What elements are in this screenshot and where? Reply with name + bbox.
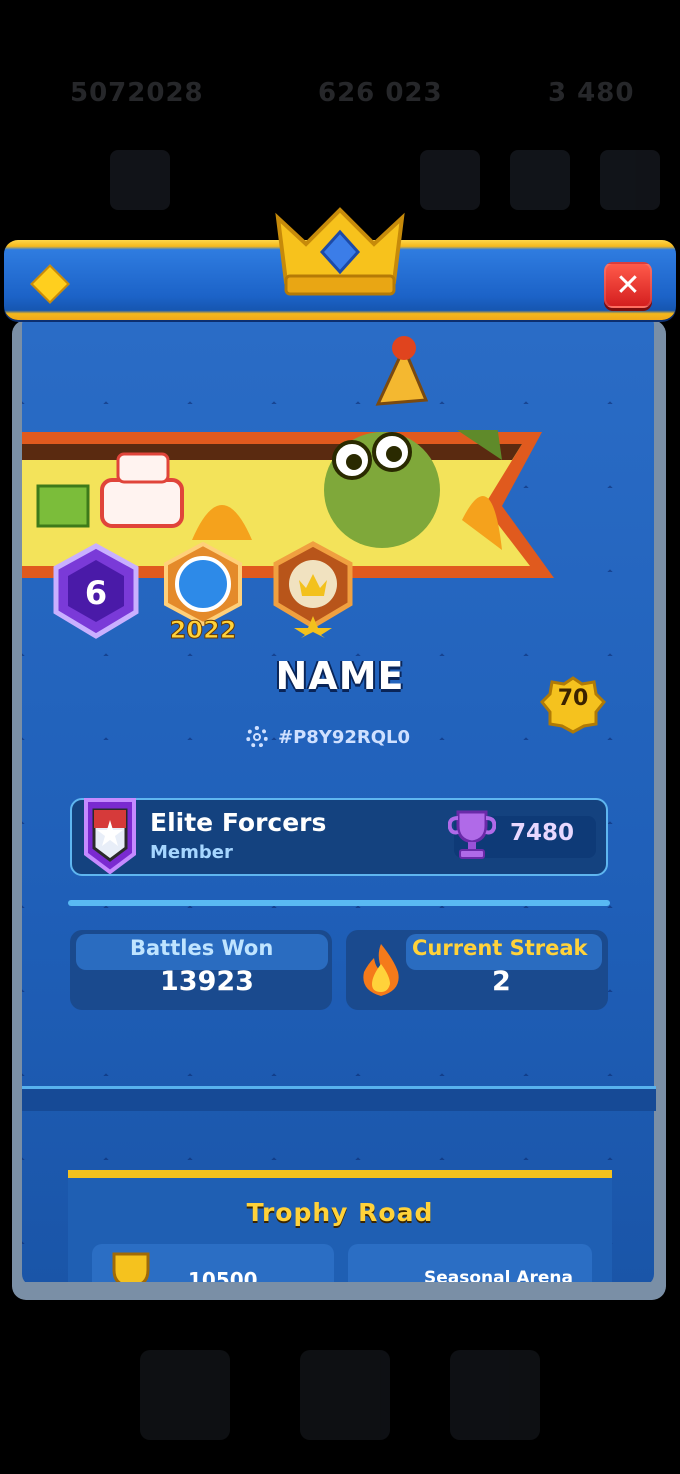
modal-bottom-mask <box>0 1300 680 1340</box>
player-tag[interactable]: #P8Y92RQL0 <box>246 724 410 750</box>
year-label: 2022 <box>170 616 237 642</box>
close-icon: ✕ <box>615 267 641 303</box>
divider <box>68 900 610 906</box>
crown-badge <box>273 541 353 638</box>
arena-badge: 6 <box>53 543 139 639</box>
gear-icon <box>246 726 268 748</box>
modal-bottom-frame <box>12 1282 666 1300</box>
current-streak-value: 2 <box>492 966 511 997</box>
year-badge: 2022 <box>164 542 242 642</box>
trophy-road-title: Trophy Road <box>246 1198 434 1227</box>
background-nav-bar <box>0 1340 680 1450</box>
section-separator <box>22 1086 656 1111</box>
crown-icon <box>275 207 405 296</box>
battles-won-value: 13923 <box>160 966 254 997</box>
clan-name: Elite Forcers <box>150 808 327 837</box>
current-streak-label: Current Streak <box>412 936 588 960</box>
clan-trophies: 7480 <box>510 820 575 846</box>
player-level: 70 <box>557 686 589 711</box>
resource-2: 626 023 <box>318 78 443 108</box>
battles-won-label: Battles Won <box>130 936 274 960</box>
clan-badge-icon <box>84 798 136 874</box>
clan-role: Member <box>150 842 233 863</box>
trophy-icon <box>448 810 496 859</box>
resource-3: 3 480 <box>548 78 635 108</box>
close-button[interactable]: ✕ <box>604 262 652 308</box>
flame-icon <box>363 944 399 996</box>
background-resource-bar: 5072028 626 023 3 480 <box>0 60 680 130</box>
arena-level: 6 <box>85 574 107 612</box>
party-hat-icon <box>375 336 429 406</box>
player-tag-text: #P8Y92RQL0 <box>278 726 411 748</box>
resource-1: 5072028 <box>70 78 204 108</box>
